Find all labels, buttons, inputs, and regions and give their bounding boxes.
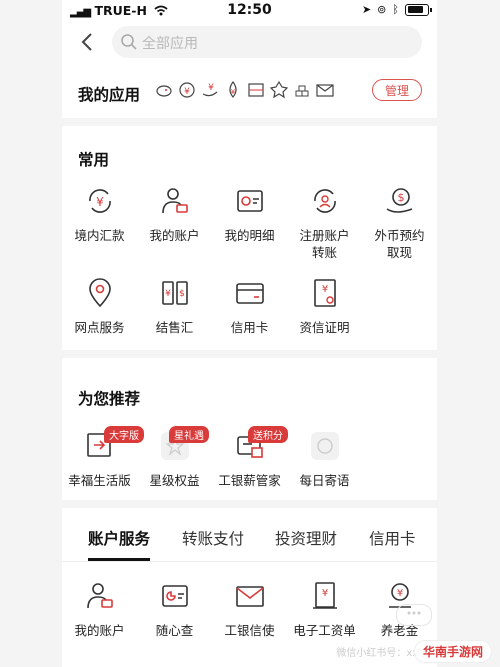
account-person-icon	[86, 583, 113, 609]
transfer-yuan-icon: ¥	[88, 189, 111, 213]
service-item-e-payslip[interactable]: ¥ 电子工资单	[287, 580, 362, 639]
my-apps-icons[interactable]: ¥ ¥ ¥	[154, 80, 335, 100]
section-divider	[62, 350, 437, 358]
service-item-quick-query[interactable]: 随心查	[137, 580, 212, 639]
chevron-left-icon	[81, 33, 92, 51]
gold-bars-icon	[295, 85, 309, 97]
site-logo: 华南手游网	[413, 640, 492, 663]
common-item-my-account[interactable]: 我的账户	[137, 185, 212, 244]
common-item-forex-exchange[interactable]: ¥ $ 结售汇	[137, 277, 212, 336]
recommend-item-salary-manager[interactable]: 工银薪管家 送积分	[212, 426, 288, 489]
common-item-registered-transfer[interactable]: 注册账户 转账	[287, 185, 362, 261]
status-bar: ▂▄▆ TRUE-H 12:50 ➤ ⊚ ᛒ	[62, 0, 437, 22]
hand-yuan-icon: ¥	[202, 83, 218, 97]
floating-button[interactable]	[396, 604, 432, 626]
svg-text:¥: ¥	[184, 87, 190, 97]
search-bar[interactable]: 全部应用	[112, 26, 422, 58]
payslip-icon: ¥	[312, 582, 337, 609]
svg-text:¥: ¥	[96, 195, 104, 209]
search-placeholder: 全部应用	[142, 36, 198, 52]
tab-transfer-payment[interactable]: 转账支付	[182, 527, 244, 549]
abacus-icon	[248, 83, 264, 97]
location-arrow-icon: ➤	[361, 3, 372, 16]
recommend-section-title: 为您推荐	[78, 390, 141, 408]
yuan-refresh-icon: ¥	[179, 82, 195, 98]
common-section-title: 常用	[78, 151, 110, 169]
svg-text:¥: ¥	[231, 88, 236, 96]
query-chart-icon	[161, 585, 188, 607]
exchange-icon: ¥ $	[161, 281, 188, 305]
svg-text:¥: ¥	[208, 83, 214, 93]
foreign-currency-icon: $	[386, 188, 412, 213]
bonus-points-tag: 送积分	[248, 426, 288, 443]
common-item-my-details[interactable]: 我的明细	[212, 185, 287, 244]
my-apps-bar: 我的应用 ¥ ¥ ¥ 管理	[62, 64, 437, 126]
svg-text:¥: ¥	[165, 289, 171, 299]
svg-text:¥: ¥	[396, 588, 402, 599]
status-right-icons: ➤ ⊚ ᛒ	[361, 3, 432, 16]
service-item-my-account[interactable]: 我的账户	[62, 580, 137, 639]
tab-investment[interactable]: 投资理财	[275, 527, 337, 549]
search-icon	[121, 34, 137, 50]
details-chart-icon	[236, 190, 263, 212]
piggy-bank-icon	[156, 85, 172, 97]
svg-text:¥: ¥	[321, 588, 327, 599]
back-button[interactable]	[76, 30, 100, 54]
drop-yuan-icon: ¥	[229, 80, 237, 98]
bluetooth-icon: ᛒ	[392, 3, 399, 16]
section-divider	[62, 500, 437, 508]
tab-account-services[interactable]: 账户服务	[88, 527, 150, 549]
mail-icon	[316, 84, 334, 97]
svg-text:$: $	[397, 191, 404, 204]
common-item-credit-certificate[interactable]: ¥ 资信证明	[287, 277, 362, 336]
more-icon	[407, 611, 421, 615]
app-screen: ▂▄▆ TRUE-H 12:50 ➤ ⊚ ᛒ 全部应用 我的应用 ¥ ¥ ¥ 管…	[62, 0, 437, 667]
common-item-credit-card[interactable]: 信用卡	[212, 277, 287, 336]
recommend-item-daily-message[interactable]: 每日寄语	[287, 430, 362, 489]
common-item-branch-service[interactable]: 网点服务	[62, 277, 137, 336]
lock-rotation-icon: ⊚	[377, 3, 387, 16]
credit-certificate-icon: ¥	[313, 279, 336, 307]
svg-text:¥: ¥	[321, 284, 327, 295]
envelope-icon	[235, 586, 264, 607]
recommend-item-happy-life[interactable]: 幸福生活版 大字版	[62, 426, 144, 489]
register-transfer-icon	[313, 189, 336, 213]
svg-text:$: $	[179, 289, 185, 299]
credit-card-icon	[235, 283, 264, 304]
battery-icon	[405, 3, 432, 16]
manage-button[interactable]: 管理	[372, 79, 422, 101]
location-pin-icon	[88, 278, 111, 308]
my-apps-label: 我的应用	[78, 86, 141, 104]
tab-credit-card[interactable]: 信用卡	[369, 527, 416, 549]
medal-icon	[269, 80, 289, 99]
service-tabs: 账户服务 转账支付 投资理财 信用卡	[62, 515, 437, 561]
common-item-domestic-remittance[interactable]: ¥ 境内汇款	[62, 185, 137, 244]
common-item-foreign-currency-cash[interactable]: $ 外币预约 取现	[362, 185, 437, 261]
recommend-item-star-rights[interactable]: 星级权益 星礼遇	[137, 426, 212, 489]
account-person-icon	[161, 188, 188, 214]
daily-message-icon	[310, 432, 339, 460]
service-item-icbc-messenger[interactable]: 工银信使	[212, 580, 287, 639]
star-gift-tag: 星礼遇	[169, 426, 209, 443]
tabs-divider	[62, 561, 437, 562]
